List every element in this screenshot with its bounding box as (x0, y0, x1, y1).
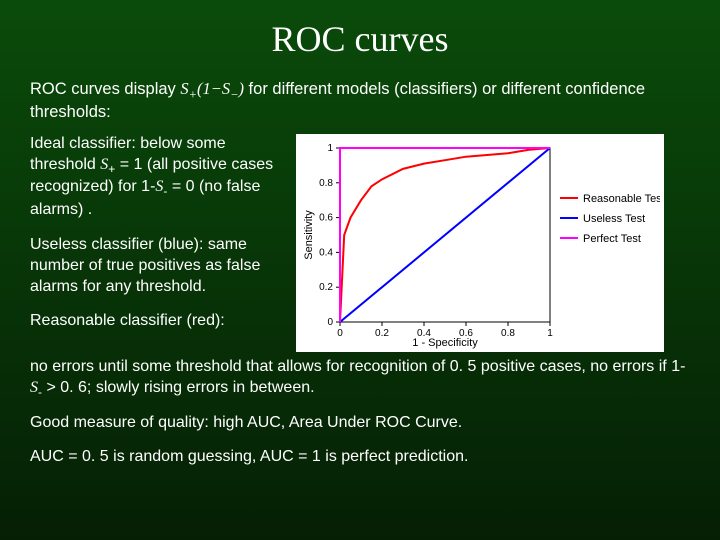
svg-text:0.8: 0.8 (319, 178, 333, 189)
svg-text:1: 1 (547, 328, 553, 339)
svg-text:1: 1 (327, 143, 333, 154)
svg-text:0.4: 0.4 (319, 247, 333, 258)
svg-text:0.8: 0.8 (501, 328, 515, 339)
intro-formula: S+(1−S−) (180, 79, 244, 98)
roc-chart: 00.20.40.60.8100.20.40.60.811 - Specific… (296, 134, 664, 352)
intro-paragraph: ROC curves display S+(1−S−) for differen… (30, 78, 690, 124)
svg-text:0: 0 (337, 328, 343, 339)
svg-text:0.6: 0.6 (319, 212, 333, 223)
para-ideal: Ideal classifier: below some threshold S… (30, 134, 282, 221)
para-reasonable-body: no errors until some threshold that allo… (30, 357, 690, 401)
intro-text-a: ROC curves display (30, 80, 180, 98)
para-auc1: Good measure of quality: high AUC, Area … (30, 413, 690, 434)
page-title: ROC curves (30, 18, 690, 60)
svg-text:0: 0 (327, 317, 333, 328)
svg-text:0.2: 0.2 (319, 282, 333, 293)
svg-text:Useless Test: Useless Test (583, 213, 645, 225)
svg-text:Perfect Test: Perfect Test (583, 233, 641, 245)
svg-text:1 - Specificity: 1 - Specificity (412, 337, 478, 349)
para-auc2: AUC = 0. 5 is random guessing, AUC = 1 i… (30, 447, 690, 468)
svg-text:0.2: 0.2 (375, 328, 389, 339)
svg-text:Reasonable Test: Reasonable Test (583, 193, 660, 205)
para-useless: Useless classifier (blue): same number o… (30, 235, 282, 297)
para-reasonable-head: Reasonable classifier (red): (30, 311, 282, 332)
svg-text:Sensitivity: Sensitivity (303, 210, 315, 260)
